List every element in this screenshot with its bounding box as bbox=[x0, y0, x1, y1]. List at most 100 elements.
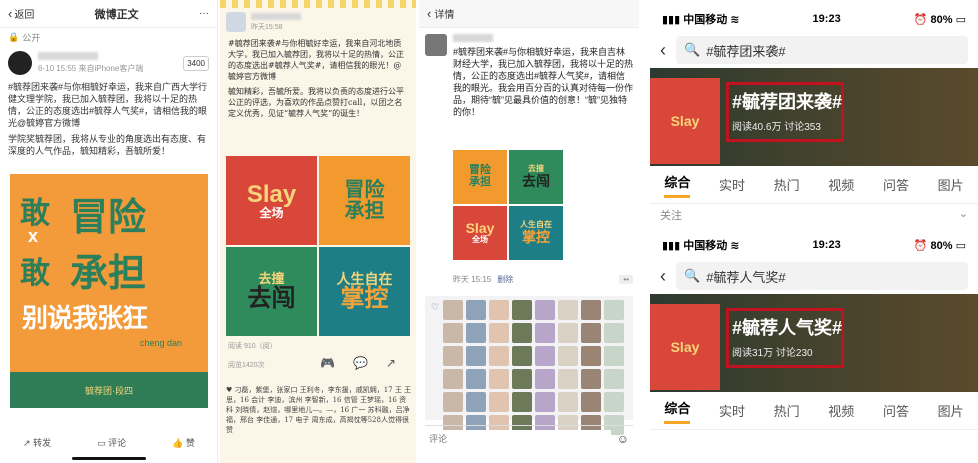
liker-avatar[interactable] bbox=[512, 323, 532, 343]
author-row: 6-10 15:55 来自iPhone客户端 3400 bbox=[0, 47, 217, 79]
result-tabs: 综合 实时 热门 视频 问答 图片 bbox=[650, 166, 978, 204]
liker-avatar[interactable] bbox=[558, 346, 578, 366]
liker-avatar[interactable] bbox=[535, 392, 555, 412]
liker-avatar[interactable] bbox=[489, 346, 509, 366]
liker-avatar[interactable] bbox=[512, 346, 532, 366]
author-name[interactable] bbox=[453, 34, 493, 42]
tab-images[interactable]: 图片 bbox=[938, 401, 964, 420]
tab-video[interactable]: 视频 bbox=[828, 401, 854, 420]
tab-images[interactable]: 图片 bbox=[938, 175, 964, 194]
liker-avatar[interactable] bbox=[604, 392, 624, 412]
comment-button[interactable]: ▭ 评论 bbox=[97, 436, 126, 449]
search-input[interactable]: 🔍 #毓荐人气奖# bbox=[676, 262, 968, 290]
counter-badge[interactable]: 3400 bbox=[183, 55, 209, 71]
author-name[interactable] bbox=[38, 52, 98, 60]
liker-avatar[interactable] bbox=[604, 323, 624, 343]
liker-avatar[interactable] bbox=[466, 300, 486, 320]
more-icon[interactable]: •• bbox=[619, 275, 633, 284]
liker-avatar[interactable] bbox=[443, 369, 463, 389]
image-tile[interactable]: 冒险 承担 bbox=[319, 156, 410, 245]
liker-avatar[interactable] bbox=[466, 369, 486, 389]
tab-hot[interactable]: 热门 bbox=[774, 175, 800, 194]
search-icon: 🔍 bbox=[684, 268, 701, 283]
image-tile[interactable]: 冒险 承担 bbox=[453, 150, 507, 204]
liker-avatar[interactable] bbox=[466, 392, 486, 412]
back-button[interactable]: ‹ 详情 bbox=[427, 6, 454, 21]
topic-stats: 阅读31万 讨论230 bbox=[732, 348, 813, 359]
home-indicator bbox=[72, 457, 146, 460]
post-text: #毓荐团来袭#与你相毓好幸运，我来自河北地质大学，我已加入毓荐团，我将以十足的热… bbox=[228, 39, 404, 81]
search-input[interactable]: 🔍 #毓荐团来袭# bbox=[676, 36, 968, 64]
liker-avatar[interactable] bbox=[581, 346, 601, 366]
topic-banner[interactable]: Slay #毓荐人气奖# 阅读31万 讨论230 bbox=[650, 294, 978, 392]
image-tile[interactable]: 人生自在 掌控 bbox=[319, 247, 410, 336]
signal-icon: ▮▮▮ bbox=[662, 240, 681, 252]
liker-avatar[interactable] bbox=[535, 323, 555, 343]
avatar[interactable] bbox=[8, 51, 32, 75]
chevron-down-icon[interactable]: ⌄ bbox=[959, 207, 968, 221]
liker-avatar[interactable] bbox=[558, 369, 578, 389]
liker-avatar[interactable] bbox=[581, 300, 601, 320]
liker-avatar[interactable] bbox=[466, 323, 486, 343]
tab-all[interactable]: 综合 bbox=[664, 398, 691, 424]
poster-image[interactable]: 敢 冒险 x 敢 承担 别说我张狂 cheng dan 毓荐团·段四 bbox=[10, 174, 208, 408]
avatar[interactable] bbox=[425, 34, 447, 56]
liker-avatar[interactable] bbox=[489, 392, 509, 412]
liker-avatar[interactable] bbox=[489, 300, 509, 320]
follow-row: 关注 ⌄ bbox=[660, 207, 968, 222]
tab-qa[interactable]: 问答 bbox=[883, 175, 909, 194]
back-icon[interactable]: ‹ bbox=[660, 266, 666, 287]
delete-link[interactable]: 删除 bbox=[497, 274, 513, 285]
image-tile[interactable]: Slay 全场 bbox=[453, 206, 507, 260]
liker-avatar[interactable] bbox=[535, 369, 555, 389]
liker-avatar[interactable] bbox=[466, 346, 486, 366]
tab-realtime[interactable]: 实时 bbox=[719, 175, 745, 194]
top-bar: ‹ 返回 微博正文 ··· bbox=[0, 0, 217, 28]
poster-sign: cheng dan bbox=[140, 338, 183, 348]
liker-avatar[interactable] bbox=[489, 323, 509, 343]
liker-avatar[interactable] bbox=[604, 346, 624, 366]
liker-avatar[interactable] bbox=[558, 300, 578, 320]
liker-avatar[interactable] bbox=[443, 300, 463, 320]
liker-avatar[interactable] bbox=[443, 323, 463, 343]
liker-avatar[interactable] bbox=[489, 369, 509, 389]
more-button[interactable]: ··· bbox=[199, 8, 209, 19]
liker-avatar[interactable] bbox=[604, 300, 624, 320]
liker-avatar[interactable] bbox=[558, 323, 578, 343]
liker-avatar[interactable] bbox=[535, 346, 555, 366]
tab-realtime[interactable]: 实时 bbox=[719, 401, 745, 420]
image-tile[interactable]: Slay 全场 bbox=[226, 156, 317, 245]
liker-avatar[interactable] bbox=[558, 392, 578, 412]
liker-avatar[interactable] bbox=[443, 392, 463, 412]
liker-avatar[interactable] bbox=[512, 369, 532, 389]
comment-icon[interactable]: 💬 bbox=[353, 356, 368, 370]
back-button[interactable]: ‹ 返回 bbox=[8, 6, 34, 21]
tab-qa[interactable]: 问答 bbox=[883, 401, 909, 420]
share-icon[interactable]: ↗ bbox=[386, 356, 396, 370]
avatar[interactable] bbox=[226, 12, 246, 32]
tab-hot[interactable]: 热门 bbox=[774, 401, 800, 420]
topic-banner[interactable]: Slay #毓荐团来袭# 阅读40.6万 讨论353 bbox=[650, 68, 978, 166]
emoji-icon[interactable]: ☺ bbox=[617, 432, 629, 446]
tab-video[interactable]: 视频 bbox=[828, 175, 854, 194]
liker-avatar[interactable] bbox=[581, 323, 601, 343]
image-tile[interactable]: 去撞 去闯 bbox=[226, 247, 317, 336]
like-button[interactable]: 👍 赞 bbox=[172, 436, 195, 449]
tab-all[interactable]: 综合 bbox=[664, 172, 691, 198]
liker-avatar[interactable] bbox=[581, 369, 601, 389]
liker-avatar[interactable] bbox=[512, 300, 532, 320]
image-tile[interactable]: 去撞 去闯 bbox=[509, 150, 563, 204]
author-name[interactable] bbox=[251, 12, 301, 20]
page-title: 微博正文 bbox=[94, 8, 139, 21]
liker-avatar[interactable] bbox=[443, 346, 463, 366]
liker-avatar[interactable] bbox=[604, 369, 624, 389]
search-screen-2: ▮▮▮ 中国移动 ≋ 19:23 ⏰ 80% ▭ ‹ 🔍 #毓荐人气奖# Slay… bbox=[650, 232, 978, 462]
back-icon[interactable]: ‹ bbox=[660, 40, 666, 61]
comment-input[interactable] bbox=[429, 429, 611, 448]
game-icon[interactable]: 🎮 bbox=[320, 356, 335, 370]
repost-button[interactable]: ↗ 转发 bbox=[23, 436, 51, 449]
image-tile[interactable]: 人生自在 掌控 bbox=[509, 206, 563, 260]
liker-avatar[interactable] bbox=[512, 392, 532, 412]
liker-avatar[interactable] bbox=[581, 392, 601, 412]
liker-avatar[interactable] bbox=[535, 300, 555, 320]
